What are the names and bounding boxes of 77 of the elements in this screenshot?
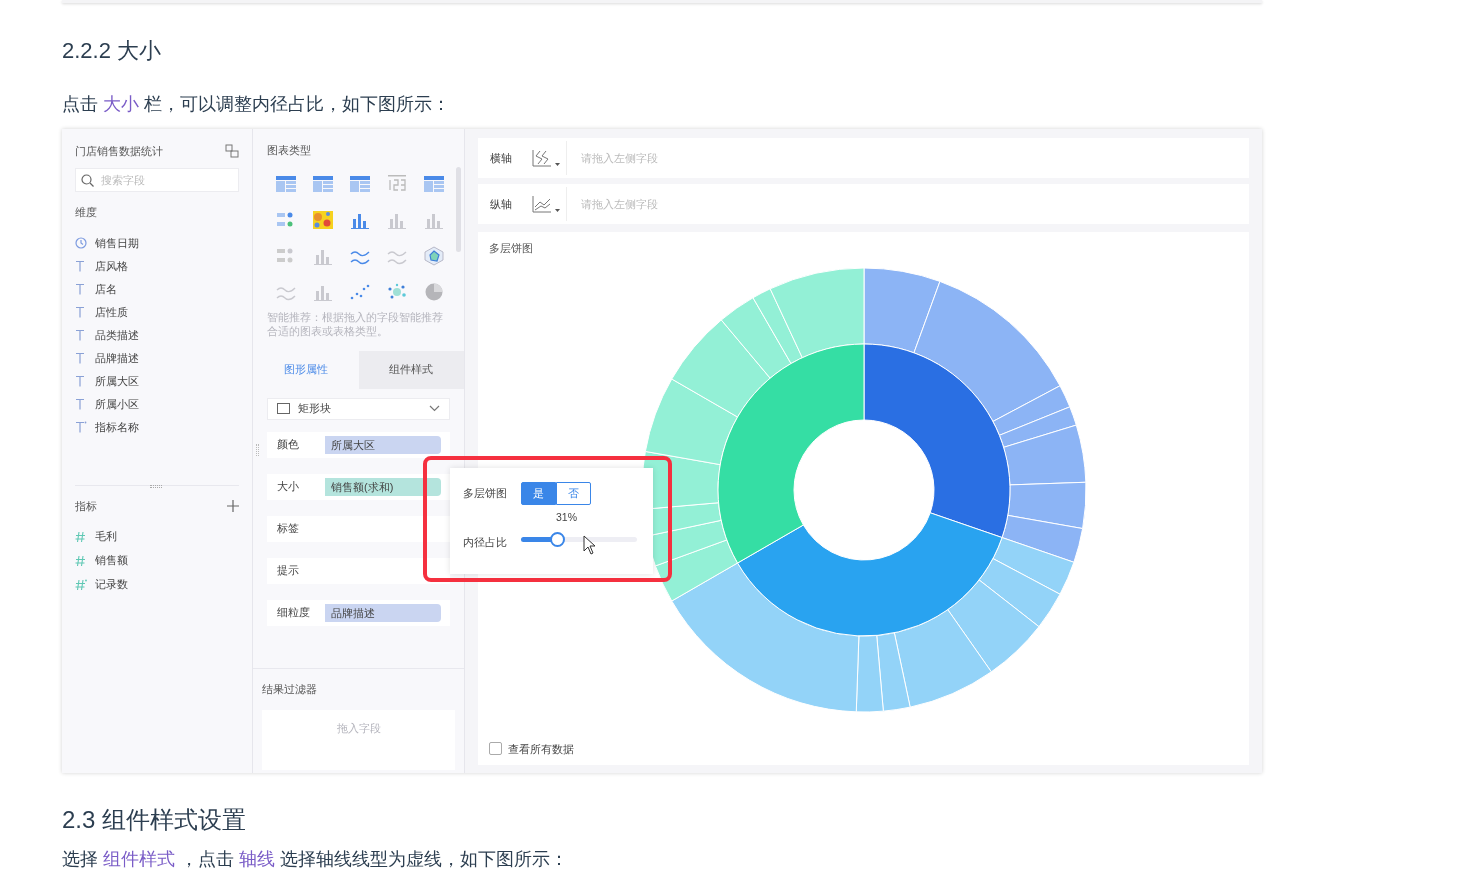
clock-icon <box>75 237 87 249</box>
text-type-icon <box>75 398 87 410</box>
rectangle-icon <box>277 403 290 414</box>
dimension-field[interactable]: 店性质 <box>95 303 128 321</box>
property-row[interactable]: 颜色 所属大区 <box>267 431 450 458</box>
popup-label: 内径占比 <box>463 534 507 550</box>
drag-handle[interactable] <box>256 443 259 456</box>
heatmap-icon[interactable] <box>311 209 334 230</box>
add-icon[interactable] <box>227 500 239 513</box>
chart-title: 多层饼图 <box>488 241 534 256</box>
field-chip[interactable]: 品牌描述 <box>325 603 441 622</box>
dimension-field[interactable]: 店风格 <box>95 257 128 275</box>
dataset-title: 门店销售数据统计 <box>75 144 163 159</box>
dimension-field[interactable]: 所属大区 <box>95 372 139 390</box>
section-label: 指标 <box>75 499 97 514</box>
line-chart-icon[interactable] <box>532 194 560 214</box>
axis-placeholder: 请拖入左侧字段 <box>581 196 658 212</box>
shape-select[interactable]: 矩形块 <box>267 397 450 420</box>
text-type-icon <box>75 283 87 295</box>
dimension-field[interactable]: 品牌描述 <box>95 349 139 367</box>
chevron-down-icon <box>429 405 440 412</box>
axis-placeholder: 请拖入左侧字段 <box>581 150 658 166</box>
measure-field[interactable]: 记录数 <box>95 576 128 593</box>
number-type-icon <box>75 554 87 567</box>
paragraph: 点击 大小 栏，可以调整内径占比，如下图所示： <box>62 93 452 116</box>
toggle-option[interactable]: 否 <box>556 482 591 505</box>
text-type-icon <box>75 375 87 387</box>
field-chip[interactable]: 所属大区 <box>325 435 441 454</box>
toggle-option[interactable]: 是 <box>521 482 556 505</box>
slider-thumb[interactable] <box>549 532 565 547</box>
link[interactable]: 轴线 <box>239 849 276 869</box>
checkbox[interactable] <box>489 742 502 756</box>
table-icon[interactable] <box>422 173 445 194</box>
property-row[interactable]: 提示 <box>267 557 450 584</box>
section-label: 图表类型 <box>267 143 312 158</box>
table-icon[interactable] <box>274 173 297 194</box>
axis-shelf[interactable]: 横轴 请拖入左侧字段 <box>478 138 1249 178</box>
field-chip[interactable]: 销售额(求和) <box>325 477 441 496</box>
dimension-field[interactable]: 品类描述 <box>95 326 139 344</box>
number-display-icon[interactable] <box>385 173 408 194</box>
table-icon[interactable] <box>348 173 371 194</box>
section-heading: 2.2.2 大小 <box>62 37 163 65</box>
measure-field[interactable]: 销售额 <box>95 552 128 569</box>
section-label: 维度 <box>75 204 98 220</box>
slider-value: 31% <box>555 510 577 525</box>
link[interactable]: 大小 <box>103 94 139 114</box>
paragraph: 选择 组件样式 ，点击 轴线 选择轴线线型为虚线，如下图所示： <box>62 848 570 870</box>
checkbox-label: 查看所有数据 <box>508 741 574 757</box>
axis-shelf[interactable]: 纵轴 请拖入左侧字段 <box>478 184 1249 224</box>
resize-handle[interactable] <box>150 485 162 488</box>
property-row[interactable]: 大小 销售额(求和) <box>267 473 450 500</box>
dimension-field[interactable]: 指标名称 <box>95 418 139 436</box>
dimension-field[interactable]: 店名 <box>95 280 117 298</box>
property-row[interactable]: 标签 <box>267 515 450 542</box>
measure-field[interactable]: 毛利 <box>95 528 117 545</box>
scrollbar[interactable] <box>456 167 461 252</box>
text-type-icon <box>75 352 87 364</box>
hint-text: 智能推荐：根据拖入的字段智能推荐合适的图表或表格类型。 <box>267 309 444 338</box>
tab[interactable]: 组件样式 <box>358 350 464 389</box>
search-icon <box>81 173 94 187</box>
text-type-icon <box>75 306 87 318</box>
number-type-icon <box>75 578 87 591</box>
search-field[interactable]: 搜索字段 <box>75 167 239 192</box>
property-row[interactable]: 细粒度 品牌描述 <box>267 599 450 626</box>
section-label: 结果过滤器 <box>262 681 318 697</box>
number-type-icon <box>75 530 87 543</box>
popup-label: 多层饼图 <box>463 486 507 502</box>
dimension-field[interactable]: 销售日期 <box>95 234 139 252</box>
section-heading: 2.3 组件样式设置 <box>62 805 248 835</box>
radar-chart-icon[interactable] <box>422 245 445 266</box>
text-type-icon <box>75 260 87 272</box>
text-type-icon <box>75 329 87 341</box>
link[interactable]: 组件样式 <box>103 849 175 869</box>
text-type-icon <box>75 421 87 433</box>
cursor-icon <box>583 535 596 555</box>
table-icon[interactable] <box>311 173 334 194</box>
dimension-field[interactable]: 所属小区 <box>95 395 139 413</box>
